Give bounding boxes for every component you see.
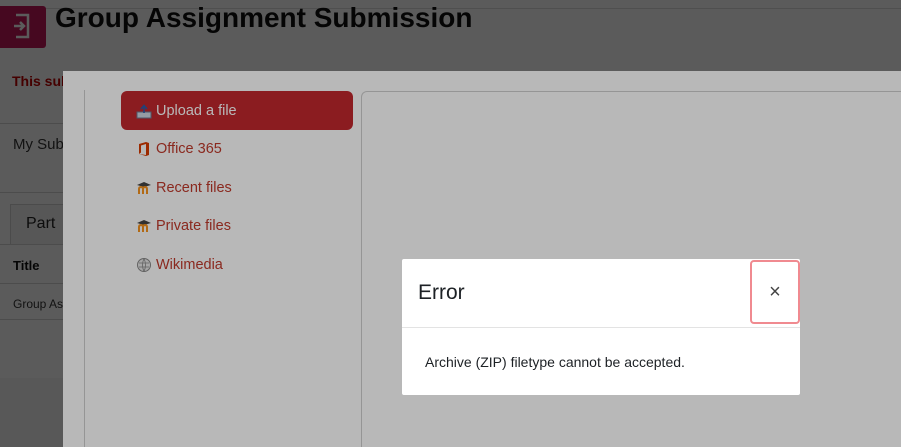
close-icon: ×	[769, 281, 781, 303]
error-message: Archive (ZIP) filetype cannot be accepte…	[425, 354, 685, 370]
dialog-title: Error	[418, 281, 465, 304]
close-button[interactable]: ×	[750, 260, 800, 324]
error-dialog: Error × Archive (ZIP) filetype cannot be…	[402, 259, 800, 395]
dialog-header: Error ×	[402, 259, 800, 328]
